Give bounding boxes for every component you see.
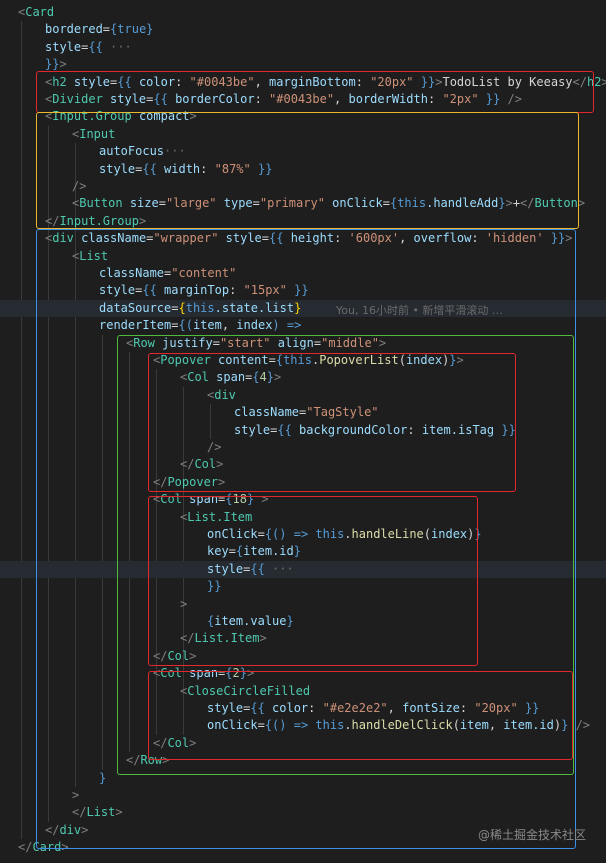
annotation-box-input-group bbox=[36, 112, 579, 229]
code-token: } bbox=[146, 22, 154, 37]
annotation-box-header bbox=[36, 71, 594, 113]
annotation-box-col-18 bbox=[148, 496, 478, 666]
code-token: {{ bbox=[88, 39, 103, 54]
code-text: <Card bbox=[18, 4, 54, 21]
code-token: > bbox=[601, 74, 606, 89]
code-token: > bbox=[59, 57, 67, 72]
code-token: = bbox=[102, 22, 111, 37]
code-editor[interactable]: <Card bordered={true} style={{ ···}}> <h2 s… bbox=[0, 0, 606, 863]
annotation-box-popover bbox=[148, 353, 516, 492]
code-text: bordered={true} bbox=[45, 21, 153, 38]
code-line[interactable]: style={{ ··· bbox=[0, 39, 606, 56]
code-token: Card bbox=[25, 5, 55, 19]
code-token: bordered bbox=[45, 22, 103, 37]
annotation-box-col-2 bbox=[148, 671, 573, 760]
git-blame-annotation: You, 16小时前 • 新增平滑滚动 … bbox=[336, 304, 503, 317]
code-line[interactable]: bordered={true} bbox=[0, 21, 606, 38]
code-line[interactable]: <Card bbox=[0, 4, 606, 21]
watermark: @稀土掘金技术社区 bbox=[477, 828, 586, 842]
code-text: style={{ ··· bbox=[45, 39, 132, 56]
code-token: </ bbox=[18, 840, 33, 855]
code-token: true bbox=[117, 22, 147, 37]
code-token: ··· bbox=[102, 39, 132, 54]
code-token: style bbox=[45, 39, 82, 54]
code-token: }} bbox=[45, 57, 60, 72]
